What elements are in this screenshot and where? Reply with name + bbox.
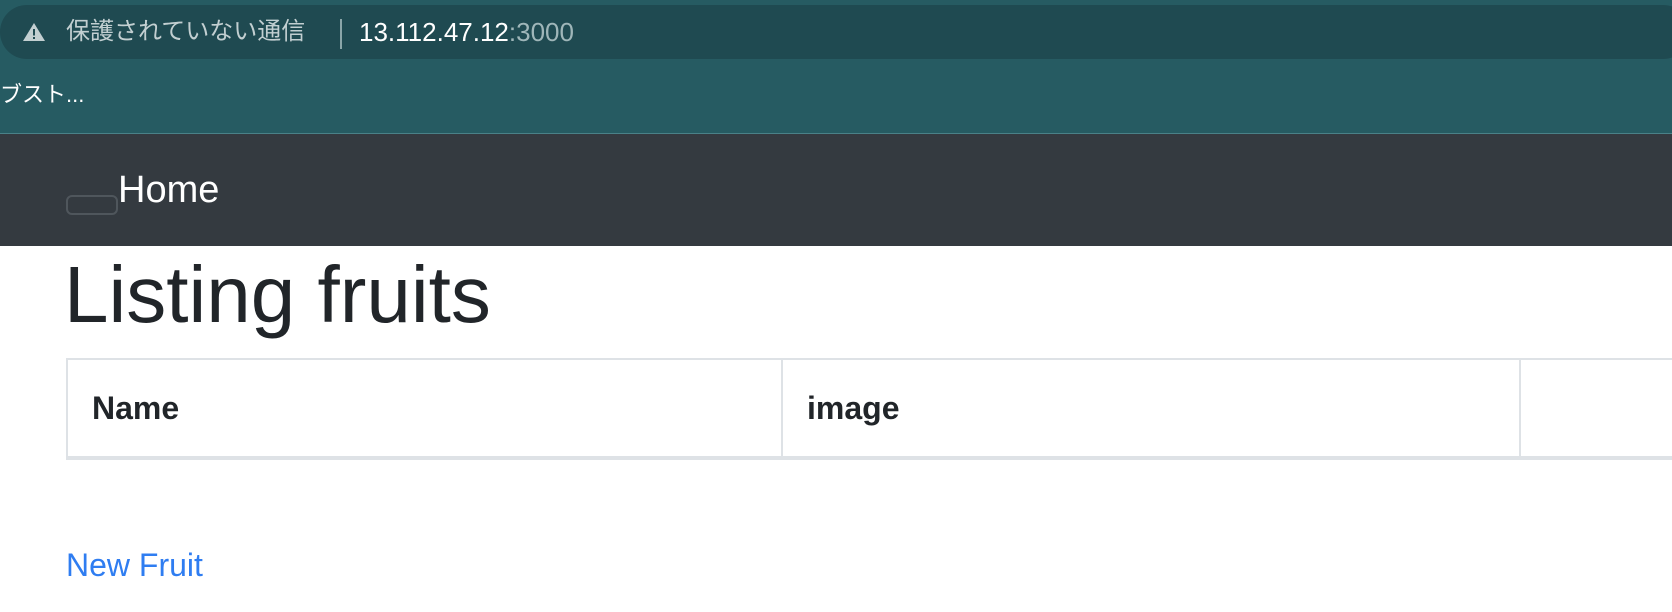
home-link[interactable]: Home [118, 168, 219, 212]
security-status-text: 保護されていない通信 [66, 18, 306, 45]
url-host: 13.112.47.12 [359, 17, 509, 47]
address-divider [340, 19, 342, 49]
url-port: :3000 [508, 17, 574, 47]
app-navbar: Home [0, 134, 1672, 246]
navbar-toggler-button[interactable] [66, 195, 118, 215]
browser-toolbar: 保護されていない通信 13.112.47.12:3000 ブスト... [0, 0, 1672, 134]
column-header-name: Name [66, 358, 783, 460]
column-header-image: image [781, 358, 1521, 460]
url-text[interactable]: 13.112.47.12:3000 [359, 18, 574, 46]
bookmark-item[interactable]: ブスト... [0, 82, 84, 108]
table-header-row: Name image [66, 358, 1672, 460]
fruits-table: Name image [66, 358, 1672, 460]
address-bar[interactable]: 保護されていない通信 13.112.47.12:3000 [0, 5, 1672, 59]
column-header-actions [1519, 358, 1672, 460]
page-title: Listing fruits [64, 250, 491, 339]
new-fruit-link[interactable]: New Fruit [66, 545, 203, 585]
warning-icon[interactable] [22, 22, 46, 42]
